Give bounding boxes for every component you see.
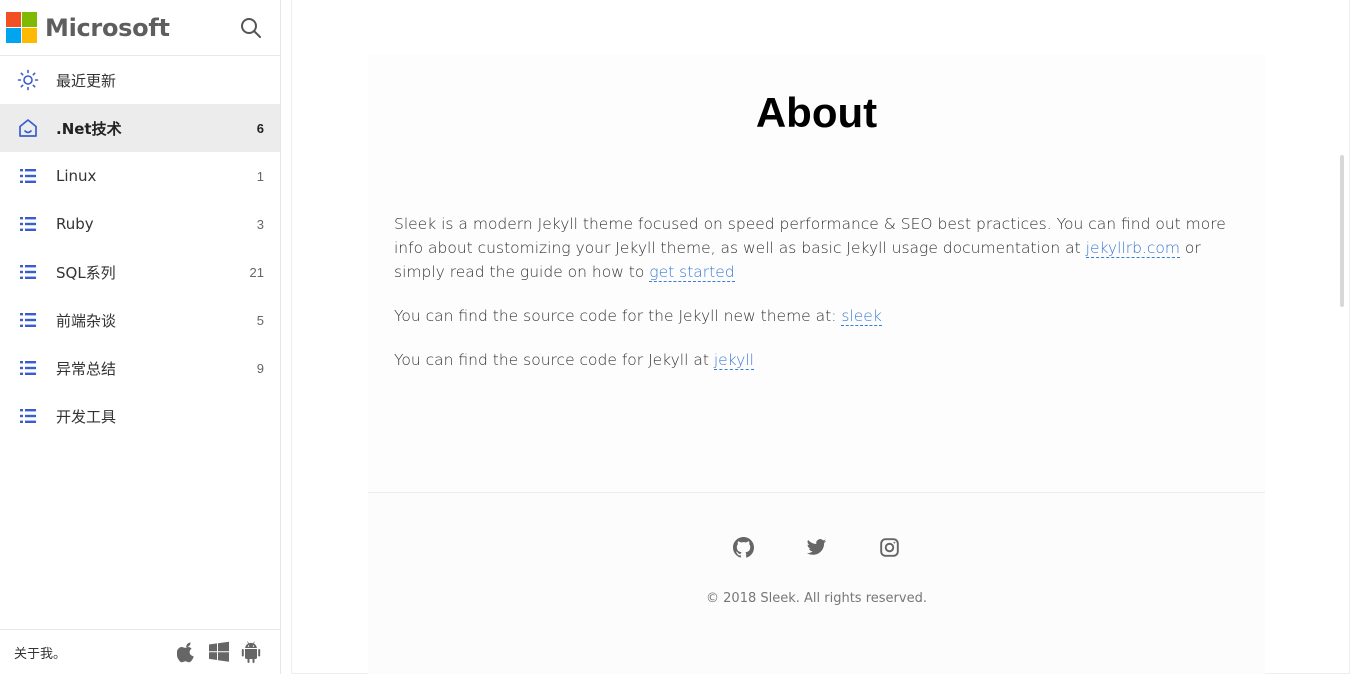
paragraph-source: You can find the source code for the Jek… <box>394 304 1239 328</box>
sidebar-item-dotnet[interactable]: .Net技术 6 <box>0 104 280 152</box>
social-links <box>368 537 1265 558</box>
list-icon <box>17 405 39 427</box>
page-title: About <box>755 89 878 136</box>
jekyll-link[interactable]: jekyll <box>713 351 754 370</box>
sidebar-item-frontend[interactable]: 前端杂谈 5 <box>0 296 280 344</box>
instagram-icon[interactable] <box>879 537 900 558</box>
windows-icon[interactable] <box>208 641 230 663</box>
platform-links <box>176 641 262 663</box>
search-icon[interactable] <box>238 15 264 41</box>
list-icon <box>17 261 39 283</box>
sidebar-item-ruby[interactable]: Ruby 3 <box>0 200 280 248</box>
sidebar-item-recent[interactable]: 最近更新 <box>0 56 280 104</box>
sidebar-item-label: .Net技术 <box>56 119 122 138</box>
copyright-text: © 2018 Sleek. All rights reserved. <box>706 591 927 606</box>
get-started-link[interactable]: get started <box>649 263 735 282</box>
paragraph-text: You can find the source code for the Jek… <box>394 307 842 325</box>
paragraph-text: You can find the source code for Jekyll … <box>394 351 714 369</box>
sidebar-item-count: 1 <box>256 168 264 184</box>
sidebar-item-label: Ruby <box>56 215 94 233</box>
list-icon <box>17 213 39 235</box>
paragraph-jekyll: You can find the source code for Jekyll … <box>394 348 1239 372</box>
sidebar-item-label: SQL系列 <box>56 263 116 282</box>
sidebar-item-count: 9 <box>256 360 264 376</box>
android-icon[interactable] <box>240 641 262 663</box>
sidebar-item-label: 前端杂谈 <box>56 311 117 330</box>
brand-header: Microsoft <box>0 0 280 56</box>
sidebar-item-count: 5 <box>256 312 264 328</box>
content-card: About Sleek is a modern Jekyll theme foc… <box>368 55 1265 493</box>
about-me-link[interactable]: 关于我。 <box>14 643 66 662</box>
sleek-link[interactable]: sleek <box>841 307 882 326</box>
sidebar: Microsoft 最近更新 .Net技术 6 Linux 1 Ruby 3 S… <box>0 0 281 674</box>
sidebar-item-sql[interactable]: SQL系列 21 <box>0 248 280 296</box>
apple-icon[interactable] <box>176 641 198 663</box>
sidebar-item-count: 21 <box>249 264 264 280</box>
home-icon <box>17 117 39 139</box>
github-icon[interactable] <box>733 537 754 558</box>
paragraph-intro: Sleek is a modern Jekyll theme focused o… <box>394 212 1239 284</box>
list-icon <box>17 309 39 331</box>
sidebar-item-devtools[interactable]: 开发工具 <box>0 392 280 440</box>
sun-icon <box>17 69 39 91</box>
sidebar-item-label: 开发工具 <box>56 407 117 426</box>
article-body: Sleek is a modern Jekyll theme focused o… <box>394 212 1239 392</box>
scrollbar[interactable] <box>1340 155 1344 307</box>
brand-name[interactable]: Microsoft <box>45 14 170 42</box>
sidebar-item-count: 6 <box>256 120 264 136</box>
microsoft-logo-icon[interactable] <box>6 12 37 43</box>
sidebar-item-exceptions[interactable]: 异常总结 9 <box>0 344 280 392</box>
sidebar-item-label: 最近更新 <box>56 71 117 90</box>
sidebar-nav: 最近更新 .Net技术 6 Linux 1 Ruby 3 SQL系列 21 前端… <box>0 56 280 440</box>
jekyllrb-link[interactable]: jekyllrb.com <box>1085 239 1180 258</box>
sidebar-footer: 关于我。 <box>0 629 280 674</box>
sidebar-item-label: Linux <box>56 167 97 185</box>
sidebar-item-label: 异常总结 <box>56 359 117 378</box>
list-icon <box>17 165 39 187</box>
page-footer: © 2018 Sleek. All rights reserved. <box>368 493 1265 674</box>
twitter-icon[interactable] <box>806 537 827 558</box>
sidebar-item-linux[interactable]: Linux 1 <box>0 152 280 200</box>
list-icon <box>17 357 39 379</box>
sidebar-item-count: 3 <box>256 216 264 232</box>
main-content: About Sleek is a modern Jekyll theme foc… <box>291 0 1350 674</box>
